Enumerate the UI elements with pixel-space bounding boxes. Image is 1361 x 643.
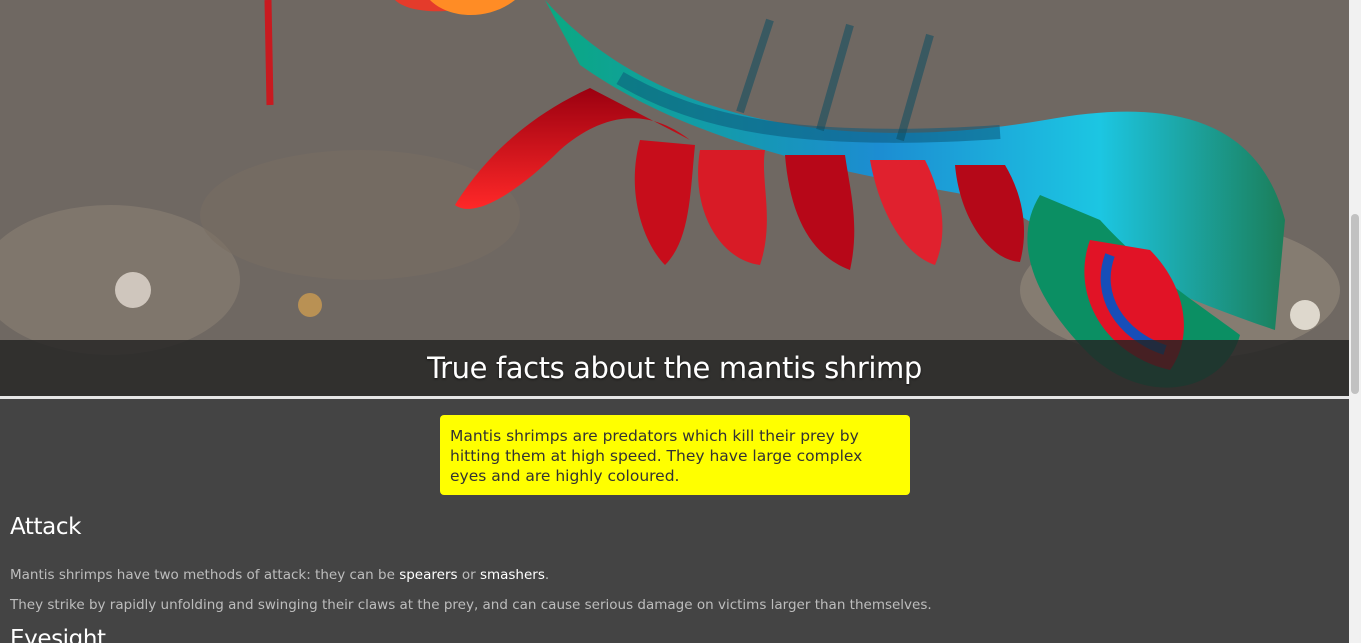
- spearers-term: spearers: [399, 567, 458, 583]
- attack-paragraph-1-after: .: [544, 567, 550, 583]
- pebble: [1290, 300, 1320, 330]
- pebble: [298, 293, 322, 317]
- attack-heading: Attack: [10, 514, 82, 540]
- page: True facts about the mantis shrimp Manti…: [0, 0, 1349, 643]
- smashers-term: smashers: [479, 567, 545, 583]
- sand-mound: [200, 150, 520, 280]
- attack-paragraph-1: Mantis shrimps have two methods of attac…: [10, 566, 1330, 585]
- shrimp-antenna: [264, 0, 274, 106]
- eyesight-heading: Eyesight: [10, 626, 106, 643]
- attack-paragraph-1-before: Mantis shrimps have two methods of attac…: [10, 567, 400, 583]
- page-title: True facts about the mantis shrimp: [427, 351, 922, 385]
- hero-section: True facts about the mantis shrimp: [0, 0, 1349, 399]
- intro-highlight-box: Mantis shrimps are predators which kill …: [440, 415, 910, 495]
- scrollbar-thumb[interactable]: [1351, 214, 1359, 394]
- main-content: Attack Mantis shrimps have two methods o…: [10, 514, 1330, 626]
- attack-paragraph-2: They strike by rapidly unfolding and swi…: [10, 597, 932, 613]
- vertical-scrollbar[interactable]: [1349, 0, 1361, 643]
- pebble: [115, 272, 151, 308]
- hero-title-banner: True facts about the mantis shrimp: [0, 340, 1349, 396]
- attack-paragraph-1-middle: or: [457, 567, 480, 583]
